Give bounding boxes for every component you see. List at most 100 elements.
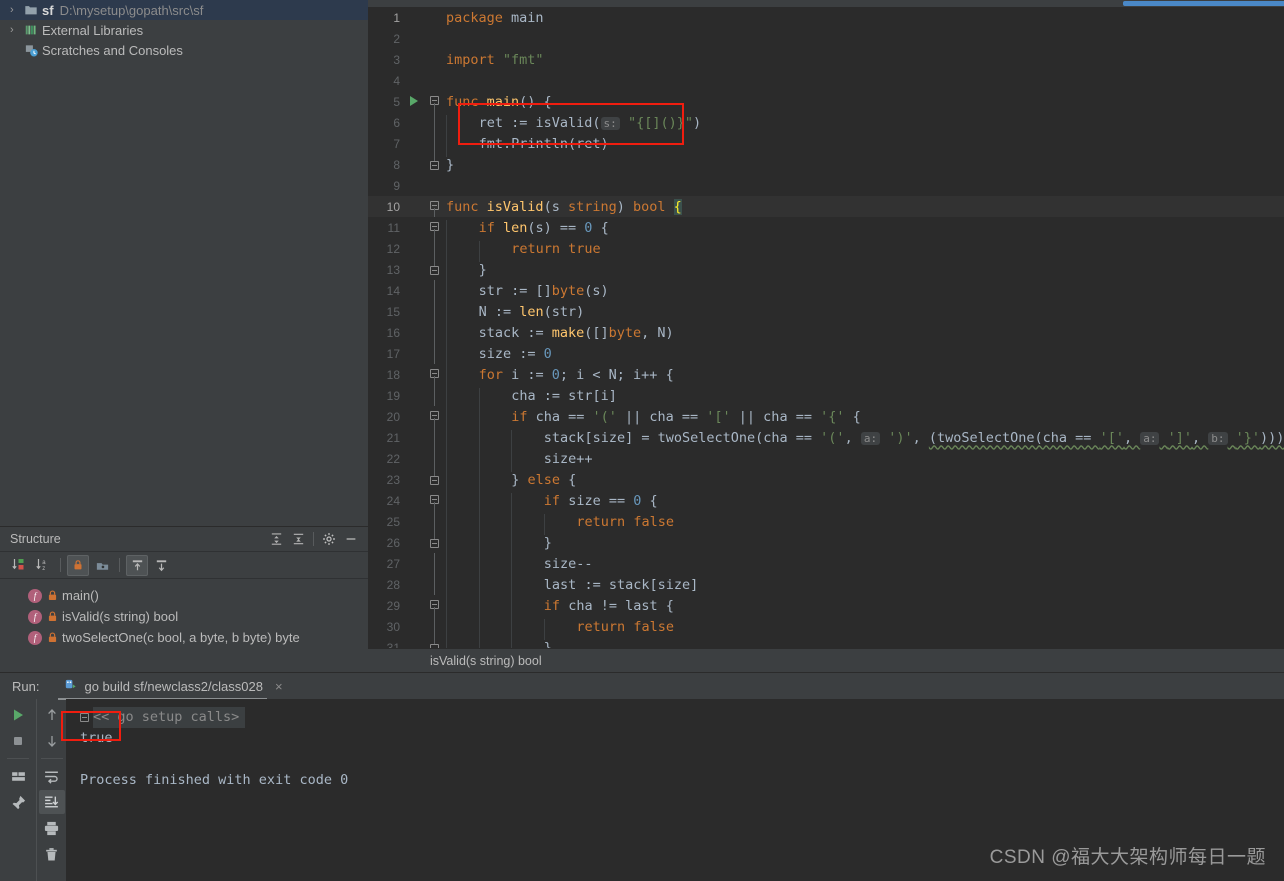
code-lines[interactable]: 1 package main 2 3 import "fmt" 4 5 func main()… bbox=[368, 7, 1284, 648]
tree-item-sf[interactable]: › sf D:\mysetup\gopath\src\sf bbox=[0, 0, 368, 20]
code-line[interactable]: 13} bbox=[368, 259, 1284, 283]
fold-marker[interactable] bbox=[428, 427, 442, 448]
structure-item-label: isValid(s string) bool bbox=[62, 609, 179, 624]
code-line[interactable]: 20 if cha == '(' || cha == '[' || cha == … bbox=[368, 406, 1284, 430]
rerun-button[interactable] bbox=[5, 703, 31, 727]
fold-marker[interactable] bbox=[428, 238, 442, 259]
clear-all-button[interactable] bbox=[39, 842, 65, 866]
code-line[interactable]: 29 if cha != last { bbox=[368, 595, 1284, 619]
minimize-icon[interactable] bbox=[340, 529, 362, 549]
sort-alphabetically-icon[interactable]: a z bbox=[32, 555, 54, 576]
structure-item[interactable]: f main() bbox=[0, 585, 368, 606]
soft-wrap-button[interactable] bbox=[39, 764, 65, 788]
code-line[interactable]: 19 cha := str[i] bbox=[368, 385, 1284, 409]
fold-marker[interactable] bbox=[428, 259, 442, 280]
console-fold-icon[interactable] bbox=[80, 712, 89, 722]
fold-marker[interactable] bbox=[428, 469, 442, 490]
fold-marker[interactable] bbox=[428, 637, 442, 648]
fold-marker[interactable] bbox=[428, 301, 442, 322]
scroll-to-end-button[interactable] bbox=[38, 790, 65, 814]
print-button[interactable] bbox=[39, 816, 65, 840]
code-line[interactable]: 31} bbox=[368, 637, 1284, 648]
code-line[interactable]: 16 stack := make([]byte, N) bbox=[368, 322, 1284, 346]
show-inherited-icon[interactable] bbox=[126, 554, 148, 576]
fold-marker[interactable] bbox=[428, 406, 442, 427]
code-line[interactable]: 2 bbox=[368, 28, 1284, 49]
horizontal-scrollbar[interactable] bbox=[368, 0, 1284, 7]
code-line[interactable]: 30 return false bbox=[368, 616, 1284, 640]
collapse-all-icon[interactable] bbox=[287, 529, 309, 549]
tree-item-external-libraries[interactable]: › External Libraries bbox=[0, 20, 368, 40]
code-line[interactable]: 3 import "fmt" bbox=[368, 49, 1284, 70]
code-line[interactable]: 11 if len(s) == 0 { bbox=[368, 217, 1284, 241]
code-text: if cha == '(' || cha == '[' || cha == '{… bbox=[442, 408, 1284, 430]
next-occurrence-button[interactable] bbox=[39, 729, 65, 753]
code-line[interactable]: 7 fmt.Println(ret) bbox=[368, 133, 1284, 157]
code-line[interactable]: 9 bbox=[368, 175, 1284, 196]
code-line[interactable]: 4 bbox=[368, 70, 1284, 91]
code-line[interactable]: 6 ret := isValid(s: "{[]()}") bbox=[368, 112, 1284, 136]
divider bbox=[313, 532, 314, 546]
show-non-public-icon[interactable] bbox=[67, 554, 89, 576]
code-line[interactable]: 28 last := stack[size] bbox=[368, 574, 1284, 598]
code-line[interactable]: 27 size-- bbox=[368, 553, 1284, 577]
run-tab[interactable]: go build sf/newclass2/class028 × bbox=[59, 677, 286, 695]
code-line[interactable]: 8} bbox=[368, 154, 1284, 175]
code-line[interactable]: 26} bbox=[368, 532, 1284, 556]
chevron-right-icon[interactable]: › bbox=[10, 20, 24, 40]
code-line[interactable]: 23} else { bbox=[368, 469, 1284, 493]
fold-marker[interactable] bbox=[428, 91, 442, 112]
fold-marker[interactable] bbox=[428, 133, 442, 154]
fold-marker[interactable] bbox=[428, 448, 442, 469]
code-line[interactable]: 12 return true bbox=[368, 238, 1284, 262]
stop-button[interactable] bbox=[5, 729, 31, 753]
code-editor[interactable]: 1 package main 2 3 import "fmt" 4 5 func main()… bbox=[368, 0, 1284, 648]
code-line[interactable]: 5 func main() { bbox=[368, 91, 1284, 112]
gear-icon[interactable] bbox=[318, 529, 340, 549]
line-number: 31 bbox=[386, 640, 400, 649]
fold-marker[interactable] bbox=[428, 322, 442, 343]
fold-marker[interactable] bbox=[428, 343, 442, 364]
code-line[interactable]: 21 stack[size] = twoSelectOne(cha == '(',… bbox=[368, 427, 1284, 451]
show-fields-icon[interactable] bbox=[91, 555, 113, 576]
fold-marker[interactable] bbox=[428, 553, 442, 574]
fold-marker[interactable] bbox=[428, 574, 442, 595]
fold-marker[interactable] bbox=[428, 112, 442, 133]
fold-marker[interactable] bbox=[428, 490, 442, 511]
code-line[interactable]: 15 N := len(str) bbox=[368, 301, 1284, 325]
structure-item[interactable]: f twoSelectOne(c bool, a byte, b byte) by… bbox=[0, 627, 368, 648]
expand-all-icon[interactable] bbox=[265, 529, 287, 549]
scrollbar-thumb[interactable] bbox=[1123, 1, 1284, 6]
code-line[interactable]: 22 size++ bbox=[368, 448, 1284, 472]
code-line[interactable]: 10 func isValid(s string) bool { bbox=[368, 196, 1284, 217]
code-line[interactable]: 25 return false bbox=[368, 511, 1284, 535]
fold-marker[interactable] bbox=[428, 595, 442, 616]
code-line[interactable]: 24 if size == 0 { bbox=[368, 490, 1284, 514]
code-line[interactable]: 18 for i := 0; i < N; i++ { bbox=[368, 364, 1284, 388]
code-token: := bbox=[511, 345, 544, 362]
code-line[interactable]: 1 package main bbox=[368, 7, 1284, 28]
fold-marker[interactable] bbox=[428, 616, 442, 637]
fold-marker[interactable] bbox=[428, 217, 442, 238]
fold-marker[interactable] bbox=[428, 385, 442, 406]
show-anonymous-icon[interactable] bbox=[150, 555, 172, 576]
sort-by-visibility-icon[interactable] bbox=[8, 555, 30, 576]
fold-marker[interactable] bbox=[428, 364, 442, 385]
fold-marker[interactable] bbox=[428, 511, 442, 532]
code-token: } bbox=[543, 534, 552, 551]
structure-item[interactable]: f isValid(s string) bool bbox=[0, 606, 368, 627]
breadcrumb[interactable]: isValid(s string) bool bbox=[368, 648, 1284, 672]
fold-marker[interactable] bbox=[428, 196, 442, 217]
layout-button[interactable] bbox=[5, 764, 31, 788]
fold-marker[interactable] bbox=[428, 532, 442, 553]
code-line[interactable]: 14 str := []byte(s) bbox=[368, 280, 1284, 304]
close-icon[interactable]: × bbox=[275, 679, 283, 694]
fold-marker[interactable] bbox=[428, 280, 442, 301]
fold-marker[interactable] bbox=[428, 154, 442, 175]
code-line[interactable]: 17 size := 0 bbox=[368, 343, 1284, 367]
run-gutter-icon[interactable] bbox=[406, 91, 428, 112]
prev-occurrence-button[interactable] bbox=[39, 703, 65, 727]
pin-tab-button[interactable] bbox=[5, 790, 31, 814]
chevron-right-icon[interactable]: › bbox=[10, 0, 24, 20]
tree-item-scratches-and-consoles[interactable]: Scratches and Consoles bbox=[0, 40, 368, 60]
